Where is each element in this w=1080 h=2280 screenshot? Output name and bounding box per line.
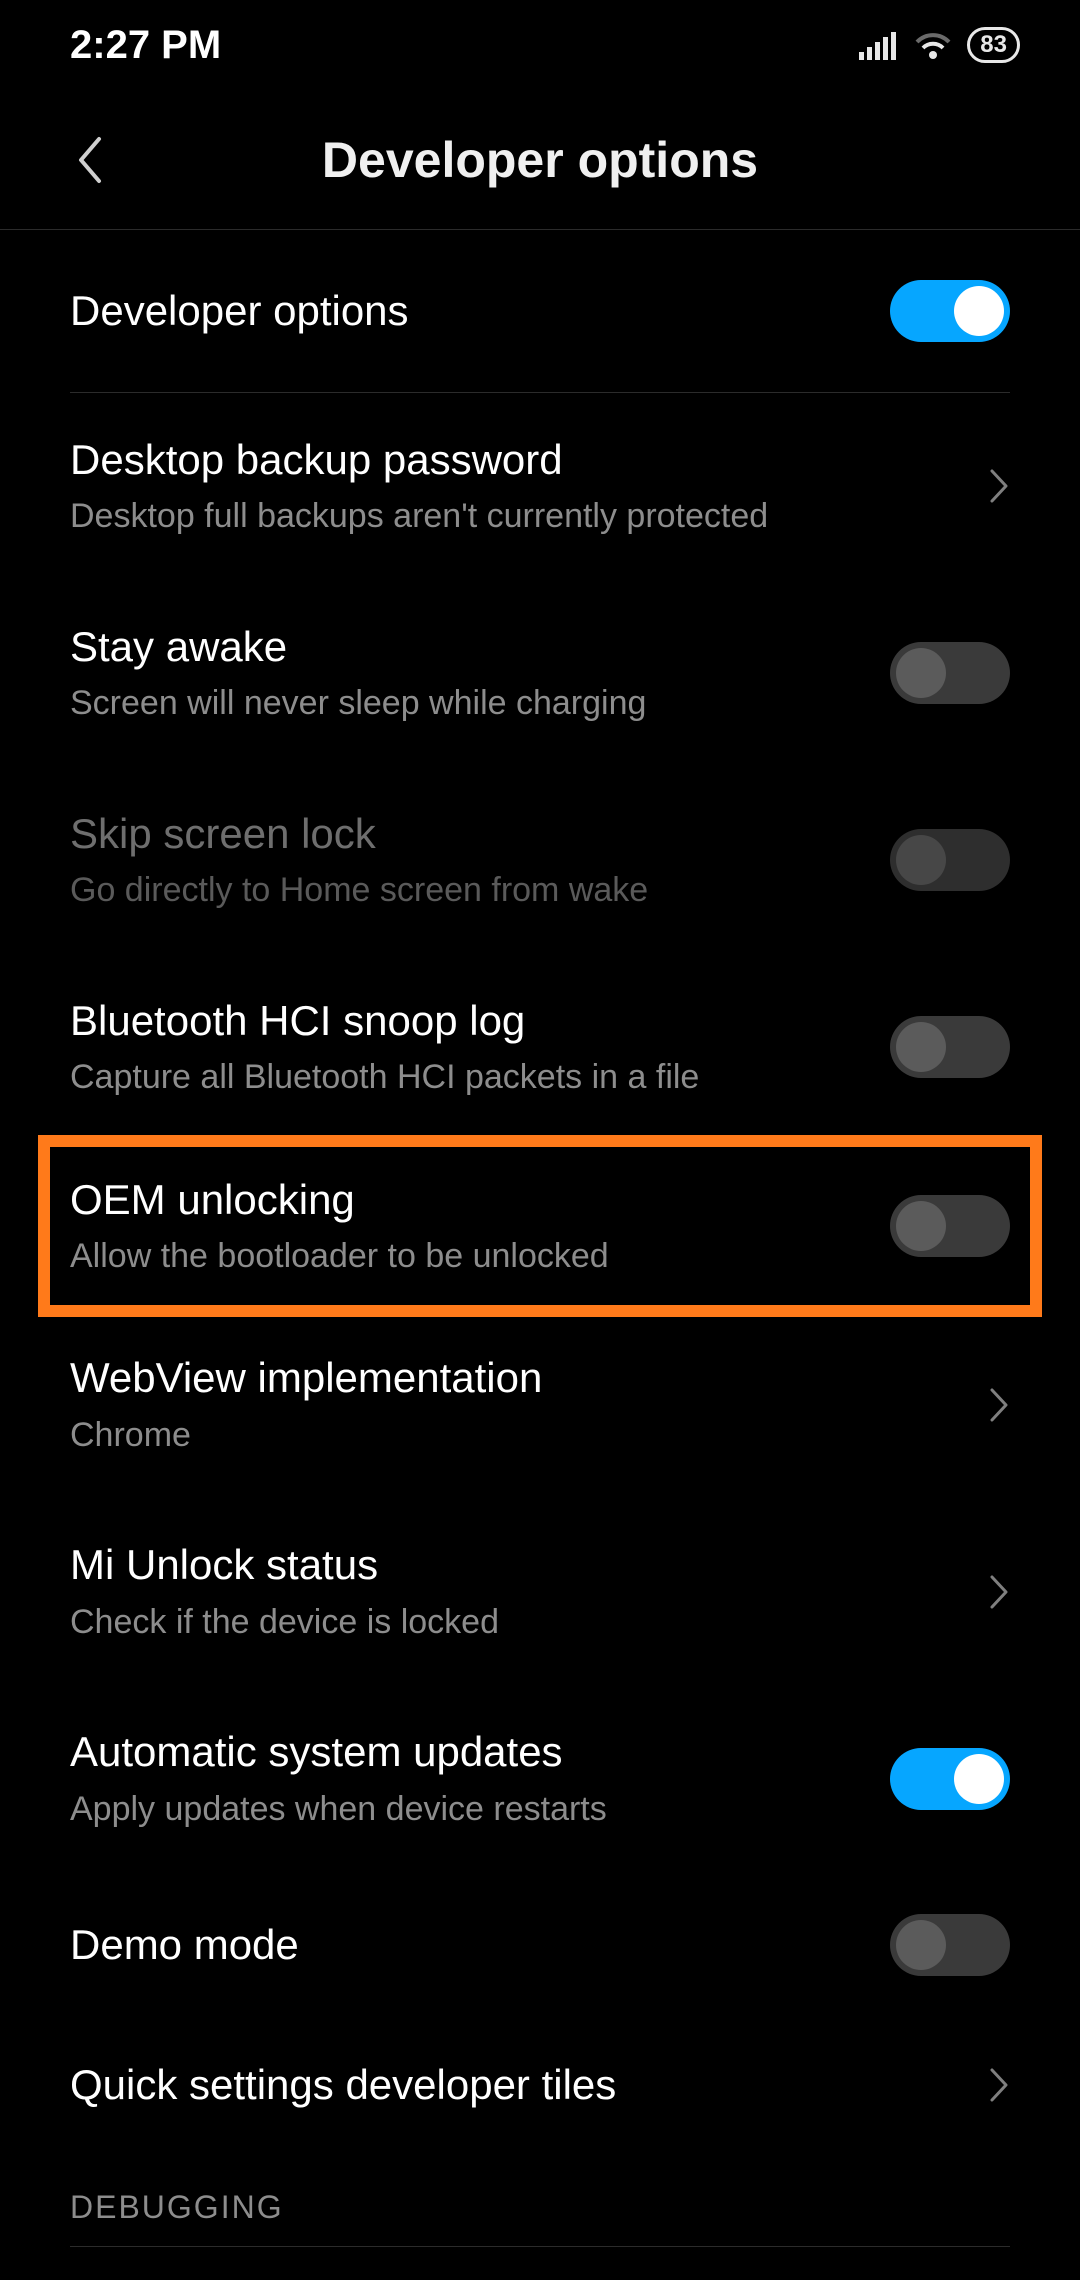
row-title: WebView implementation [70, 1353, 958, 1403]
toggle-stay-awake[interactable] [890, 642, 1010, 704]
row-subtitle: Desktop full backups aren't currently pr… [70, 495, 958, 538]
row-mi-unlock-status[interactable]: Mi Unlock status Check if the device is … [70, 1498, 1010, 1685]
row-subtitle: Go directly to Home screen from wake [70, 869, 860, 912]
row-subtitle: Apply updates when device restarts [70, 1788, 860, 1831]
chevron-right-icon [988, 467, 1010, 505]
toggle-demo-mode[interactable] [890, 1914, 1010, 1976]
row-title: Stay awake [70, 622, 860, 672]
chevron-right-icon [988, 1386, 1010, 1424]
chevron-right-icon [988, 1573, 1010, 1611]
row-title: Mi Unlock status [70, 1540, 958, 1590]
chevron-right-icon [988, 2066, 1010, 2104]
chevron-left-icon [75, 135, 105, 185]
status-bar: 2:27 PM 83 [0, 0, 1080, 90]
row-title: OEM unlocking [70, 1175, 860, 1225]
status-right: 83 [859, 27, 1020, 63]
row-developer-options[interactable]: Developer options [70, 230, 1010, 393]
row-title: Skip screen lock [70, 809, 860, 859]
row-title: Automatic system updates [70, 1727, 860, 1777]
row-quick-settings-tiles[interactable]: Quick settings developer tiles [70, 2018, 1010, 2152]
row-subtitle: Capture all Bluetooth HCI packets in a f… [70, 1056, 860, 1099]
row-title: Quick settings developer tiles [70, 2060, 958, 2110]
row-desktop-backup-password[interactable]: Desktop backup password Desktop full bac… [70, 393, 1010, 580]
row-webview-implementation[interactable]: WebView implementation Chrome [70, 1311, 1010, 1498]
toggle-bluetooth-hci-snoop[interactable] [890, 1016, 1010, 1078]
row-stay-awake[interactable]: Stay awake Screen will never sleep while… [70, 580, 1010, 767]
page-header: Developer options [0, 90, 1080, 230]
toggle-oem-unlocking[interactable] [890, 1195, 1010, 1257]
row-title: Bluetooth HCI snoop log [70, 996, 860, 1046]
section-debugging: DEBUGGING [70, 2153, 1010, 2247]
row-subtitle: Allow the bootloader to be unlocked [70, 1235, 860, 1278]
toggle-developer-options[interactable] [890, 280, 1010, 342]
toggle-automatic-system-updates[interactable] [890, 1748, 1010, 1810]
row-demo-mode[interactable]: Demo mode [70, 1872, 1010, 2018]
toggle-skip-screen-lock [890, 829, 1010, 891]
back-button[interactable] [60, 130, 120, 190]
row-automatic-system-updates[interactable]: Automatic system updates Apply updates w… [70, 1685, 1010, 1872]
row-bluetooth-hci-snoop[interactable]: Bluetooth HCI snoop log Capture all Blue… [70, 954, 1010, 1141]
page-title: Developer options [322, 131, 758, 189]
row-skip-screen-lock: Skip screen lock Go directly to Home scr… [70, 767, 1010, 954]
row-title: Developer options [70, 286, 860, 336]
row-title: Demo mode [70, 1920, 860, 1970]
row-subtitle: Chrome [70, 1414, 958, 1457]
row-subtitle: Screen will never sleep while charging [70, 682, 860, 725]
cellular-signal-icon [859, 30, 899, 60]
row-title: Desktop backup password [70, 435, 958, 485]
settings-list: Developer options Desktop backup passwor… [0, 230, 1080, 2247]
battery-level: 83 [980, 31, 1007, 59]
battery-icon: 83 [967, 27, 1020, 63]
row-subtitle: Check if the device is locked [70, 1601, 958, 1644]
row-oem-unlocking[interactable]: OEM unlocking Allow the bootloader to be… [70, 1169, 1010, 1284]
wifi-icon [913, 30, 953, 60]
status-time: 2:27 PM [70, 23, 221, 68]
highlight-oem-unlocking: OEM unlocking Allow the bootloader to be… [38, 1135, 1042, 1318]
